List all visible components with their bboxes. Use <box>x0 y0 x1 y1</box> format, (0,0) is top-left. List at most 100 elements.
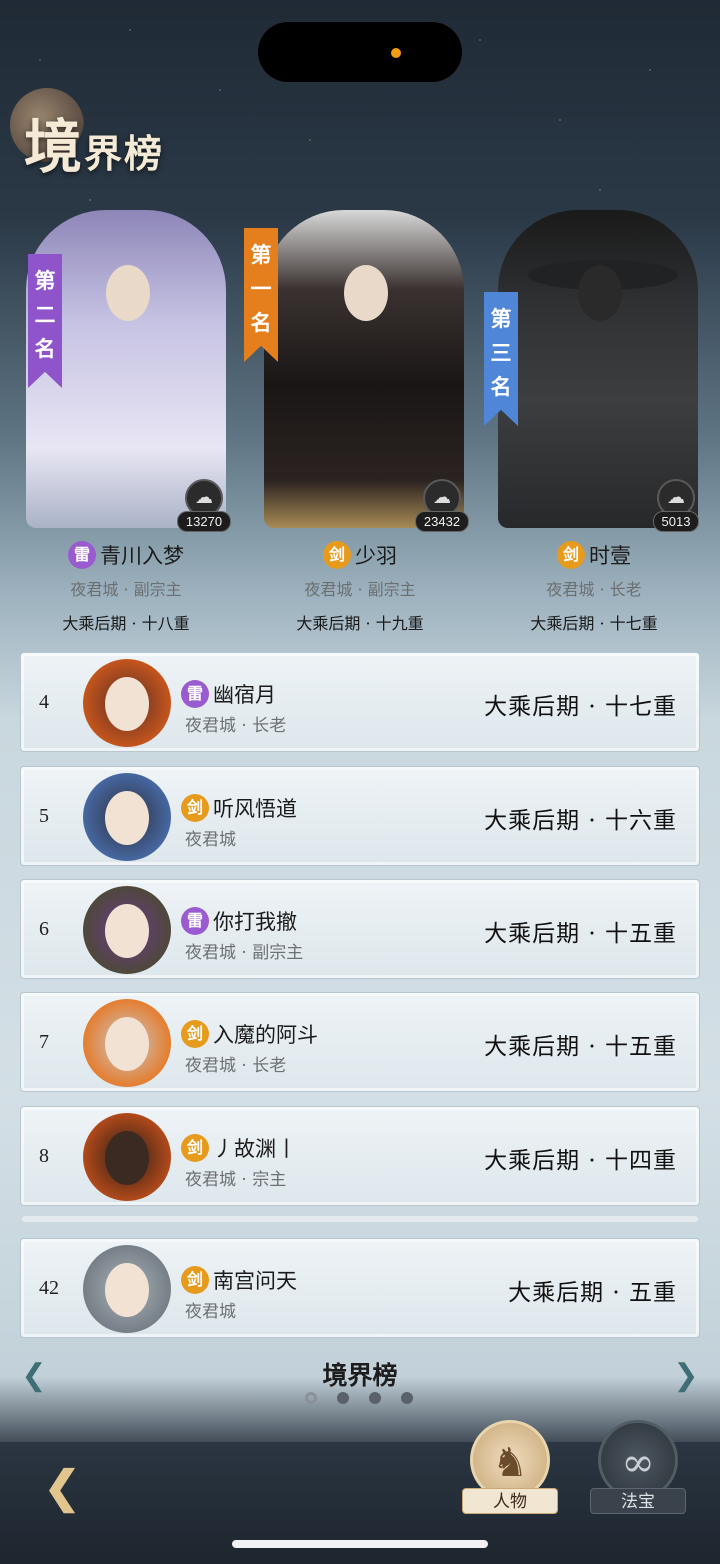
player-name-row: 雷幽宿月 <box>181 679 276 709</box>
player-realm: 大乘后期 · 十六重 <box>484 808 677 834</box>
avatar-face <box>105 791 149 845</box>
player-name: 幽宿月 <box>213 683 276 707</box>
tab-treasure[interactable]: ∞ 法宝 <box>590 1420 686 1516</box>
player-sect: 夜君城 <box>185 830 236 850</box>
avatar <box>83 999 171 1087</box>
ranking-row[interactable]: 7 剑入魔的阿斗 夜君城 · 长老 大乘后期 · 十五重 <box>20 992 700 1092</box>
player-name-row: 剑入魔的阿斗 <box>181 1019 318 1049</box>
page-title-big: 境 <box>24 113 85 181</box>
tab-label: 法宝 <box>590 1488 686 1514</box>
player-name: 南宫问天 <box>213 1269 297 1293</box>
score-value: 23432 <box>414 511 470 532</box>
player-name: 入魔的阿斗 <box>213 1023 318 1047</box>
ranking-row[interactable]: 5 剑听风悟道 夜君城 大乘后期 · 十六重 <box>20 766 700 866</box>
rank-banner-1: 第一名 <box>244 228 278 362</box>
player-realm: 大乘后期 · 十八重 <box>62 614 190 633</box>
podium-rank-3[interactable]: 第三名 ☁ 5013 <box>478 200 714 532</box>
back-arrow-icon[interactable]: ❮ <box>30 1460 94 1516</box>
player-sect: 夜君城 · 宗主 <box>185 1170 287 1190</box>
page-title-rest: 界榜 <box>84 131 165 176</box>
player-realm: 大乘后期 · 十四重 <box>484 1148 677 1174</box>
podium-rank-1[interactable]: 第一名 ☁ 23432 <box>244 200 480 532</box>
player-name-row: 雷你打我撤 <box>181 906 297 936</box>
player-realm: 大乘后期 · 十九重 <box>296 614 424 633</box>
player-name: 你打我撤 <box>213 910 297 934</box>
page-dot-1[interactable] <box>305 1392 317 1404</box>
board-title: 境界榜 <box>322 1361 398 1390</box>
player-name-row: 剑时壹 <box>476 540 712 570</box>
player-sect: 夜君城 · 长老 <box>185 1056 287 1076</box>
player-sect: 夜君城 · 副宗主 <box>70 580 182 599</box>
score-value: 13270 <box>176 511 232 532</box>
next-board-arrow-icon[interactable]: ❯ <box>670 1358 702 1394</box>
page-dot-4[interactable] <box>401 1392 413 1404</box>
avatar-face <box>105 677 149 731</box>
list-divider <box>22 1216 698 1222</box>
avatar-face <box>105 1263 149 1317</box>
rank-banner-3: 第三名 <box>484 292 518 426</box>
camera-notch <box>258 22 462 82</box>
player-realm: 大乘后期 · 十五重 <box>484 1034 677 1060</box>
page-dot-3[interactable] <box>369 1392 381 1404</box>
element-tag-icon: 剑 <box>557 541 585 569</box>
avatar <box>83 659 171 747</box>
player-realm: 大乘后期 · 十五重 <box>484 921 677 947</box>
player-realm: 大乘后期 · 五重 <box>508 1280 677 1306</box>
element-tag-icon: 剑 <box>181 1266 209 1294</box>
player-name-row: 雷青川入梦 <box>8 540 244 570</box>
element-tag-icon: 剑 <box>181 794 209 822</box>
tab-label: 人物 <box>462 1488 558 1514</box>
player-name-row: 剑丿故渊丨 <box>181 1133 297 1163</box>
player-name-row: 剑少羽 <box>242 540 478 570</box>
avatar-face <box>105 1131 149 1185</box>
player-name: 时壹 <box>589 544 631 568</box>
rank-banner-2: 第二名 <box>28 254 62 388</box>
element-tag-icon: 剑 <box>181 1134 209 1162</box>
element-tag-icon: 剑 <box>181 1020 209 1048</box>
player-name: 青川入梦 <box>100 544 184 568</box>
player-sect: 夜君城 · 长老 <box>546 580 642 599</box>
player-name: 丿故渊丨 <box>213 1137 297 1161</box>
player-realm: 大乘后期 · 十七重 <box>484 694 677 720</box>
podium-info-rank-2: 雷青川入梦 夜君城 · 副宗主 大乘后期 · 十八重 <box>8 540 244 634</box>
score-value: 5013 <box>652 511 700 532</box>
avatar <box>83 886 171 974</box>
player-name: 听风悟道 <box>213 797 297 821</box>
ranking-row[interactable]: 4 雷幽宿月 夜君城 · 长老 大乘后期 · 十七重 <box>20 652 700 752</box>
rank-number: 4 <box>39 691 49 713</box>
page-dot-2[interactable] <box>337 1392 349 1404</box>
score-badge: ☁ 13270 <box>172 479 236 532</box>
tab-people[interactable]: ♞ 人物 <box>462 1420 558 1516</box>
ranking-row[interactable]: 6 雷你打我撤 夜君城 · 副宗主 大乘后期 · 十五重 <box>20 879 700 979</box>
page-indicator <box>305 1392 413 1404</box>
avatar-face <box>105 904 149 958</box>
page-title: 境界榜 <box>24 100 164 184</box>
rank-number: 42 <box>39 1277 59 1299</box>
element-tag-icon: 雷 <box>68 541 96 569</box>
avatar <box>83 773 171 861</box>
player-sect: 夜君城 · 副宗主 <box>185 943 304 963</box>
podium-info-rank-3: 剑时壹 夜君城 · 长老 大乘后期 · 十七重 <box>476 540 712 634</box>
avatar <box>83 1113 171 1201</box>
podium-info-rank-1: 剑少羽 夜君城 · 副宗主 大乘后期 · 十九重 <box>242 540 478 634</box>
rank-number: 7 <box>39 1031 49 1053</box>
podium-rank-2[interactable]: 第二名 ☁ 13270 <box>6 200 242 532</box>
element-tag-icon: 雷 <box>181 680 209 708</box>
player-name-row: 剑南宫问天 <box>181 1265 297 1295</box>
character-head <box>344 265 388 321</box>
player-sect: 夜君城 · 副宗主 <box>304 580 416 599</box>
self-ranking-row[interactable]: 42 剑南宫问天 夜君城 大乘后期 · 五重 <box>20 1238 700 1338</box>
player-sect: 夜君城 <box>185 1302 236 1322</box>
player-name: 少羽 <box>355 544 397 568</box>
avatar-face <box>105 1017 149 1071</box>
rank-number: 8 <box>39 1145 49 1167</box>
element-tag-icon: 雷 <box>181 907 209 935</box>
home-indicator[interactable] <box>232 1540 488 1548</box>
player-sect: 夜君城 · 长老 <box>185 716 287 736</box>
rank-number: 5 <box>39 805 49 827</box>
ranking-row[interactable]: 8 剑丿故渊丨 夜君城 · 宗主 大乘后期 · 十四重 <box>20 1106 700 1206</box>
element-tag-icon: 剑 <box>323 541 351 569</box>
character-head <box>106 265 150 321</box>
player-realm: 大乘后期 · 十七重 <box>530 614 658 633</box>
rank-number: 6 <box>39 918 49 940</box>
